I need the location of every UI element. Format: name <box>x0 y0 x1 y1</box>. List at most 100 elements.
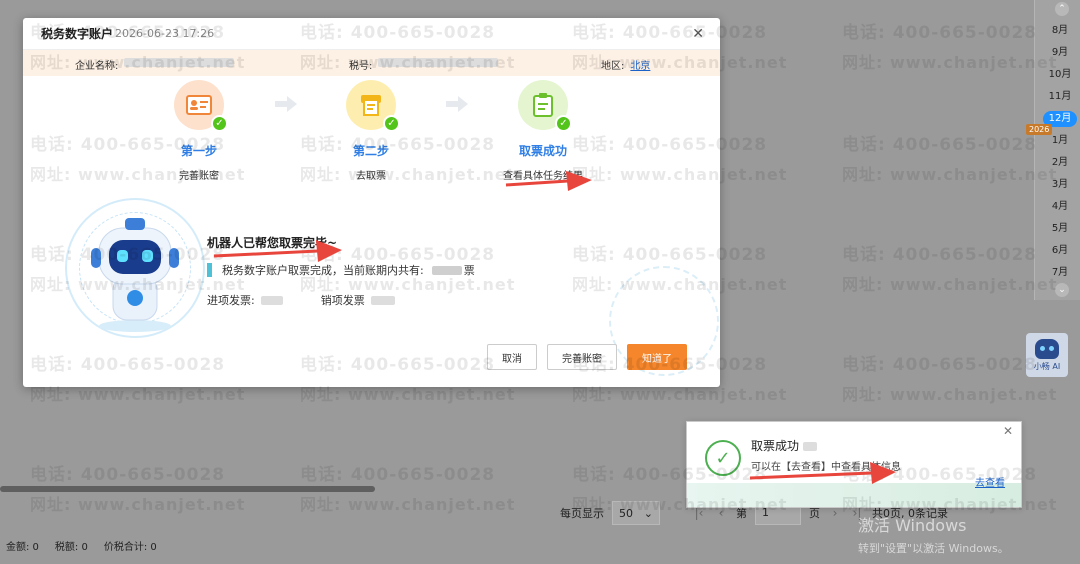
invoice-machine-icon: ✓ <box>346 80 400 132</box>
toast-wave <box>687 483 1021 507</box>
step-1-desc: 完善账密 <box>179 171 219 182</box>
success-toast: ✓ 取票成功 可以在【去查看】中查看具体信息 去查看 ✕ <box>686 421 1022 508</box>
output-invoice-label: 销项发票 <box>320 294 365 307</box>
robot-icon <box>1035 338 1059 359</box>
month-label: 3月 <box>1051 179 1069 190</box>
toast-title-text: 取票成功 <box>751 439 800 453</box>
chevron-down-icon: ⌄ <box>643 506 653 520</box>
tax-total: 税额: 0 <box>54 542 88 553</box>
first-page-icon[interactable]: |‹ <box>692 506 706 520</box>
input-invoice-redacted <box>260 296 283 305</box>
step-2-desc: 去取票 <box>356 171 386 182</box>
tax-number: 税号: <box>349 57 499 72</box>
step-arrow-icon <box>275 96 297 112</box>
month-item[interactable]: 10月 <box>1040 64 1080 86</box>
result-summary-unit: 票 <box>463 264 475 277</box>
accent-bar <box>207 263 212 277</box>
summary-footer: 金额: 0 税额: 0 价税合计: 0 <box>6 538 157 553</box>
tax-account-dialog: 税务数字账户 2026-06-23 17:26 ✕ 企业名称: 税号: 地区: … <box>23 18 720 387</box>
toast-title-redacted <box>803 441 818 451</box>
month-label: 5月 <box>1051 223 1069 234</box>
month-item[interactable]: 2月 <box>1040 152 1080 174</box>
per-page-value: 50 <box>619 506 633 520</box>
step-3-title: 取票成功 <box>518 144 567 158</box>
result-summary: 税务数字账户取票完成，当前账期内共有: 票 <box>207 262 475 278</box>
step-3: ✓ 取票成功 查看具体任务结果 <box>483 80 603 182</box>
clipboard-icon: ✓ <box>518 80 572 132</box>
result-title: 机器人已帮您取票完毕~ <box>207 236 338 250</box>
dialog-datetime: 2026-06-23 17:26 <box>115 27 215 40</box>
check-icon: ✓ <box>555 115 572 132</box>
toast-title: 取票成功 <box>751 437 818 454</box>
month-label: 2月 <box>1051 157 1069 168</box>
region-label: 地区: <box>601 61 625 72</box>
company-name: 企业名称: <box>75 57 235 72</box>
check-icon: ✓ <box>211 115 228 132</box>
amount-total: 金额: 0 <box>6 542 39 553</box>
per-page-select[interactable]: 50 ⌄ <box>612 501 660 525</box>
per-page-label: 每页显示 <box>560 507 604 520</box>
dialog-header: 税务数字账户 2026-06-23 17:26 <box>23 18 720 50</box>
dialog-buttons: 取消 完善账密 知道了 <box>487 344 687 370</box>
month-item[interactable]: 5月 <box>1040 218 1080 240</box>
month-item[interactable]: 9月 <box>1040 42 1080 64</box>
company-name-redacted <box>124 58 235 67</box>
view-link[interactable]: 去查看 <box>975 474 1005 489</box>
month-label: 9月 <box>1051 47 1069 58</box>
windows-activation-title: 激活 Windows <box>858 516 967 535</box>
check-circle-icon: ✓ <box>705 440 741 476</box>
month-item[interactable]: 8月 <box>1040 20 1080 42</box>
tax-number-redacted <box>378 58 499 67</box>
region: 地区: 北京 <box>601 57 650 72</box>
id-card-icon: ✓ <box>174 80 228 132</box>
prev-page-icon[interactable]: ‹ <box>714 506 728 520</box>
month-label: 1月 <box>1051 135 1069 146</box>
step-2-title: 第二步 <box>352 144 389 158</box>
company-name-label: 企业名称: <box>75 61 119 72</box>
invoice-breakdown: 进项发票: 销项发票 <box>207 292 395 308</box>
chevron-up-icon[interactable]: ⌃ <box>1055 2 1069 16</box>
close-icon[interactable]: ✕ <box>692 26 704 42</box>
year-badge: 2026 <box>1026 124 1053 135</box>
month-item[interactable]: 11月 <box>1040 86 1080 108</box>
windows-activation-subtitle: 转到"设置"以激活 Windows。 <box>858 542 1009 555</box>
close-icon[interactable]: ✕ <box>1003 424 1013 438</box>
output-invoice-redacted <box>370 296 395 305</box>
ok-button[interactable]: 知道了 <box>627 344 687 370</box>
robot-icon <box>91 218 179 332</box>
robot-illustration <box>65 198 205 338</box>
horizontal-scrollbar[interactable] <box>0 486 375 492</box>
complete-account-button[interactable]: 完善账密 <box>547 344 617 370</box>
ai-assistant-button[interactable]: 小畅 AI <box>1026 333 1068 377</box>
step-2: ✓ 第二步 去取票 <box>311 80 431 182</box>
step-3-desc[interactable]: 查看具体任务结果 <box>483 167 603 182</box>
month-label: 4月 <box>1051 201 1069 212</box>
toast-message: 可以在【去查看】中查看具体信息 <box>751 462 901 473</box>
month-item[interactable]: 3月 <box>1040 174 1080 196</box>
result-summary-text: 税务数字账户取票完成，当前账期内共有: <box>222 264 424 277</box>
month-label: 11月 <box>1048 91 1072 102</box>
month-item[interactable]: 6月 <box>1040 240 1080 262</box>
month-label: 8月 <box>1051 25 1069 36</box>
month-label: 7月 <box>1051 267 1069 278</box>
grand-total: 价税合计: 0 <box>103 542 157 553</box>
month-item[interactable]: 4月 <box>1040 196 1080 218</box>
month-item[interactable]: 7月 <box>1040 262 1080 284</box>
ai-assistant-label: 小畅 AI <box>1033 361 1061 371</box>
cancel-button[interactable]: 取消 <box>487 344 537 370</box>
month-label: 10月 <box>1048 69 1072 80</box>
region-value[interactable]: 北京 <box>630 57 650 72</box>
next-page-icon[interactable]: › <box>828 506 842 520</box>
dialog-title: 税务数字账户 <box>41 27 114 41</box>
progress-steps: ✓ 第一步 完善账密 ✓ 第二步 去取票 ✓ 取票成功 查看具体任务结果 <box>23 80 720 190</box>
month-label: 6月 <box>1051 245 1069 256</box>
tax-number-label: 税号: <box>349 61 373 72</box>
check-icon: ✓ <box>383 115 400 132</box>
windows-activation-notice: 激活 Windows 转到"设置"以激活 Windows。 <box>858 512 1009 556</box>
company-info-bar: 企业名称: 税号: 地区: 北京 <box>23 50 720 76</box>
input-invoice-label: 进项发票: <box>207 294 255 307</box>
chevron-down-icon[interactable]: ⌄ <box>1055 283 1069 297</box>
step-arrow-icon <box>446 96 468 112</box>
step-1: ✓ 第一步 完善账密 <box>139 80 259 182</box>
invoice-count-redacted <box>431 265 462 275</box>
